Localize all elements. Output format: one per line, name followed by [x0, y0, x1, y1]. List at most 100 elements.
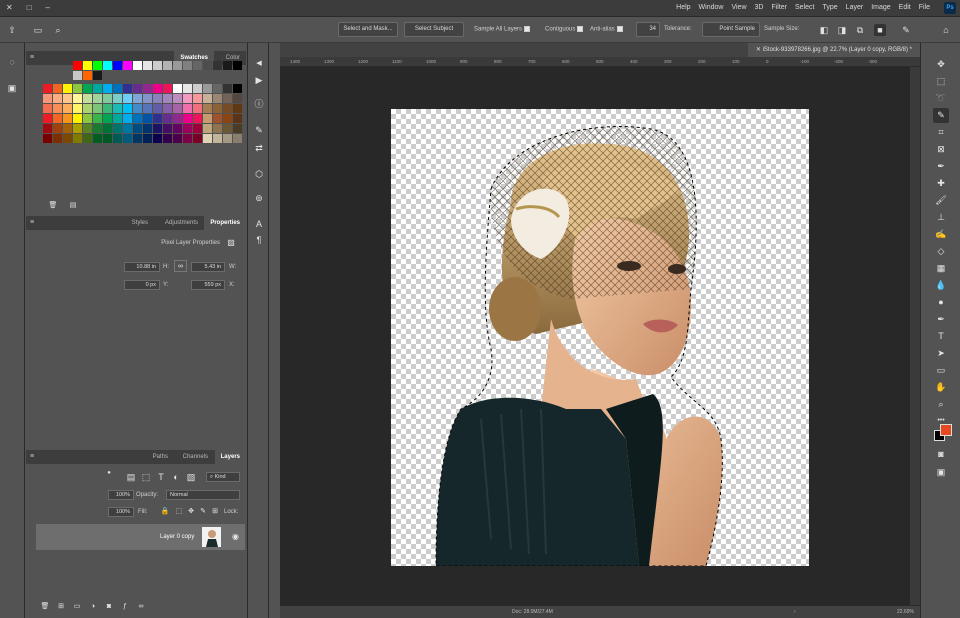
color-swatch[interactable] — [193, 61, 202, 70]
pen-tool-icon[interactable]: ✒ — [933, 312, 949, 327]
clone-source-icon[interactable]: ⊚ — [252, 191, 266, 205]
filter-toggle-icon[interactable]: ● — [102, 466, 116, 480]
color-swatch[interactable] — [233, 84, 242, 93]
lock-image-icon[interactable]: ✎ — [196, 505, 210, 519]
contiguous-option[interactable]: Contiguous — [545, 26, 584, 33]
color-swatch[interactable] — [103, 61, 112, 70]
color-swatch[interactable] — [53, 104, 62, 113]
info-icon[interactable]: ⓘ — [252, 97, 266, 111]
panel-icon[interactable]: ▣ — [5, 81, 19, 95]
screen-mode-icon[interactable]: ▣ — [933, 465, 949, 480]
select-subject-button[interactable]: Select Subject — [404, 22, 464, 37]
search-icon[interactable]: ⌕ — [52, 24, 64, 36]
color-swatch[interactable] — [213, 94, 222, 103]
link-icon[interactable]: ∞ — [174, 260, 187, 272]
color-swatch[interactable] — [103, 124, 112, 133]
link-layers-icon[interactable]: ∞ — [134, 600, 148, 614]
blend-mode-select[interactable]: Normal — [166, 490, 240, 500]
color-swatch[interactable] — [193, 124, 202, 133]
color-swatch[interactable] — [173, 134, 182, 143]
color-swatch[interactable] — [53, 124, 62, 133]
color-swatch[interactable] — [223, 104, 232, 113]
color-swatch[interactable] — [63, 94, 72, 103]
color-swatch[interactable] — [43, 94, 52, 103]
color-swatch[interactable] — [133, 104, 142, 113]
tab-properties[interactable]: Properties — [204, 216, 246, 230]
lock-transparent-icon[interactable]: ⊞ — [208, 505, 222, 519]
tab-channels[interactable]: Channels — [177, 450, 214, 464]
select-and-mask-button[interactable]: Select and Mask... — [338, 22, 398, 37]
color-swatch[interactable] — [93, 134, 102, 143]
color-swatch[interactable] — [233, 124, 242, 133]
color-swatch[interactable] — [203, 134, 212, 143]
lock-artboard-icon[interactable]: ⬚ — [172, 505, 186, 519]
color-swatch[interactable] — [103, 114, 112, 123]
add-mask-icon[interactable]: ◙ — [102, 600, 116, 614]
color-swatch[interactable] — [173, 114, 182, 123]
blur-tool-icon[interactable]: 💧 — [933, 278, 949, 293]
panel-menu-icon[interactable]: ≡ — [30, 219, 34, 226]
color-swatch[interactable] — [183, 94, 192, 103]
marquee-tool-icon[interactable]: ⬚ — [933, 74, 949, 89]
color-swatch[interactable] — [103, 84, 112, 93]
close-window-button[interactable]: ✕ — [6, 3, 13, 12]
fx-icon[interactable]: ƒ — [118, 600, 132, 614]
color-swatch[interactable] — [63, 104, 72, 113]
color-swatch[interactable] — [233, 104, 242, 113]
color-swatch[interactable] — [123, 134, 132, 143]
color-swatch[interactable] — [123, 104, 132, 113]
color-swatch[interactable] — [143, 84, 152, 93]
color-swatch[interactable] — [143, 134, 152, 143]
brush-tool-icon[interactable]: 🖌 — [933, 193, 949, 208]
menu-select[interactable]: Select — [791, 4, 818, 11]
lightbulb-icon[interactable]: ◌ — [5, 55, 19, 69]
new-selection-icon[interactable]: ■ — [874, 24, 886, 36]
color-swatch[interactable] — [63, 84, 72, 93]
document-tab[interactable]: ✕ iStock-933978266.jpg @ 22.7% (Layer 0 … — [747, 43, 920, 57]
color-swatch[interactable] — [113, 61, 122, 70]
minimize-window-button[interactable]: – — [46, 3, 50, 12]
color-swatch[interactable] — [183, 61, 192, 70]
type-tool-icon[interactable]: T — [933, 329, 949, 344]
document-canvas[interactable] — [391, 109, 809, 566]
color-swatch[interactable] — [143, 114, 152, 123]
color-swatch[interactable] — [123, 61, 132, 70]
lock-all-icon[interactable]: 🔒 — [158, 505, 172, 519]
zoom-tool-icon[interactable]: ⌕ — [933, 397, 949, 412]
color-swatch[interactable] — [43, 84, 52, 93]
color-swatch[interactable] — [173, 94, 182, 103]
color-swatch[interactable] — [83, 84, 92, 93]
color-swatch[interactable] — [93, 94, 102, 103]
foreground-color-swatch[interactable] — [940, 424, 952, 436]
color-swatch[interactable] — [43, 114, 52, 123]
menu-window[interactable]: Window — [695, 4, 728, 11]
color-swatch[interactable] — [153, 94, 162, 103]
eraser-tool-icon[interactable]: ◇ — [933, 244, 949, 259]
group-icon[interactable]: ▭ — [70, 600, 84, 614]
color-swatch[interactable] — [163, 134, 172, 143]
color-swatch[interactable] — [143, 104, 152, 113]
history-brush-tool-icon[interactable]: ✍ — [933, 227, 949, 242]
color-swatch[interactable] — [203, 84, 212, 93]
menu-type[interactable]: Type — [818, 4, 841, 11]
tab-styles[interactable]: Styles — [126, 216, 154, 230]
menu-help[interactable]: Help — [672, 4, 694, 11]
contiguous-checkbox[interactable] — [577, 26, 584, 32]
color-swatch[interactable] — [233, 61, 242, 70]
collapse-panels-icon[interactable]: ◀ — [252, 57, 266, 71]
color-swatch[interactable] — [83, 94, 92, 103]
color-swatch[interactable] — [163, 61, 172, 70]
tab-paths[interactable]: Paths — [147, 450, 174, 464]
color-swatch[interactable] — [53, 114, 62, 123]
color-swatch[interactable] — [63, 134, 72, 143]
color-swatch[interactable] — [73, 104, 82, 113]
sample-size-select[interactable]: Point Sample — [702, 22, 760, 37]
rectangle-tool-icon[interactable]: ▭ — [933, 363, 949, 378]
intersect-selection-icon[interactable]: ◨ — [836, 24, 848, 36]
play-actions-icon[interactable]: ▶ — [252, 73, 266, 87]
maximize-window-button[interactable]: □ — [27, 3, 32, 12]
color-swatch[interactable] — [143, 124, 152, 133]
x-field[interactable]: 559 px — [191, 280, 225, 290]
color-swatch[interactable] — [183, 104, 192, 113]
3d-cube-icon[interactable]: ⬡ — [252, 167, 266, 181]
